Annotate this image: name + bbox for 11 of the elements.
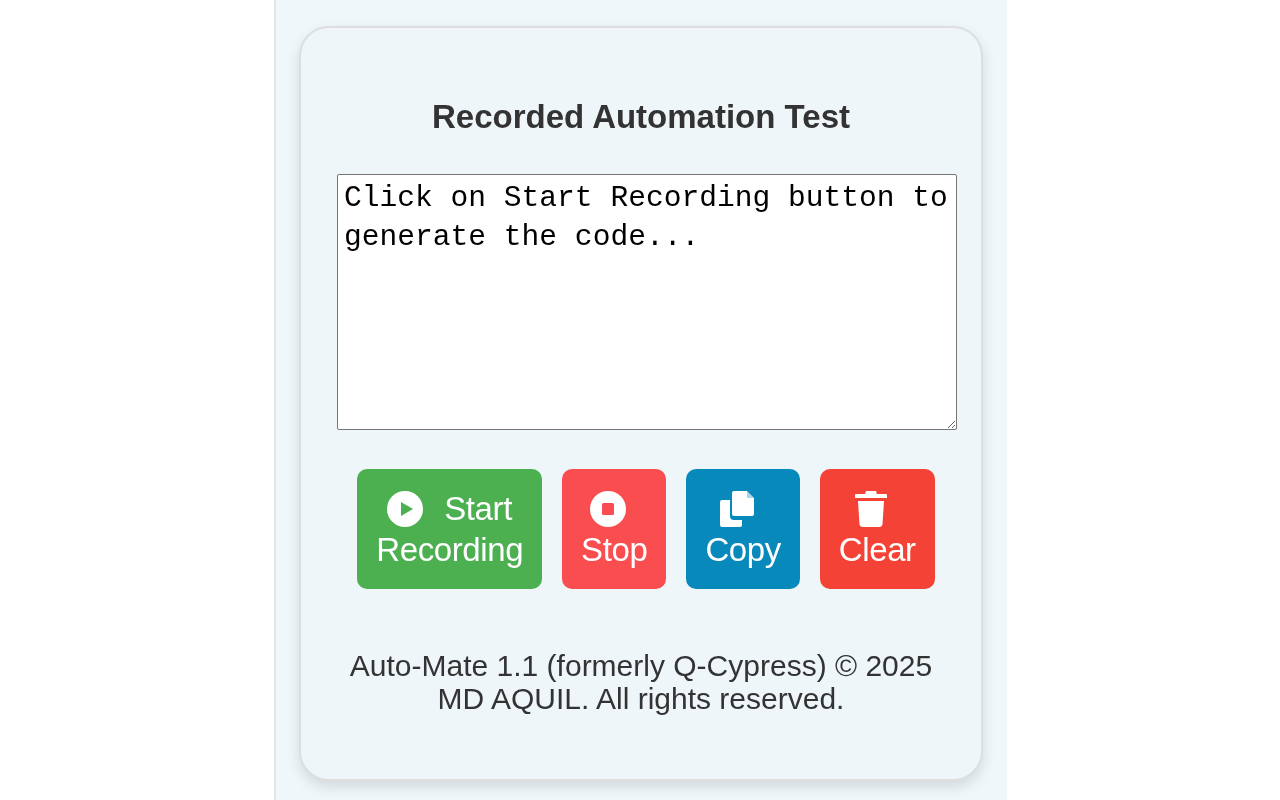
code-textarea[interactable]: Click on Start Recording button to generate the code... (337, 174, 957, 430)
copy-icon (720, 491, 755, 527)
copy-button[interactable]: Copy (686, 469, 800, 589)
stop-button[interactable]: Stop (562, 469, 667, 589)
start-recording-button[interactable]: Start Recording (357, 469, 543, 589)
play-icon (387, 491, 424, 527)
trash-icon (855, 491, 888, 527)
stop-icon (590, 491, 627, 527)
copyright-text: Auto-Mate 1.1 (formerly Q-Cypress) © 2025 MD AQUIL. All rights reserved. (348, 649, 934, 715)
card-title: Recorded Automation Test (432, 99, 850, 135)
clear-button[interactable]: Clear (819, 469, 935, 589)
